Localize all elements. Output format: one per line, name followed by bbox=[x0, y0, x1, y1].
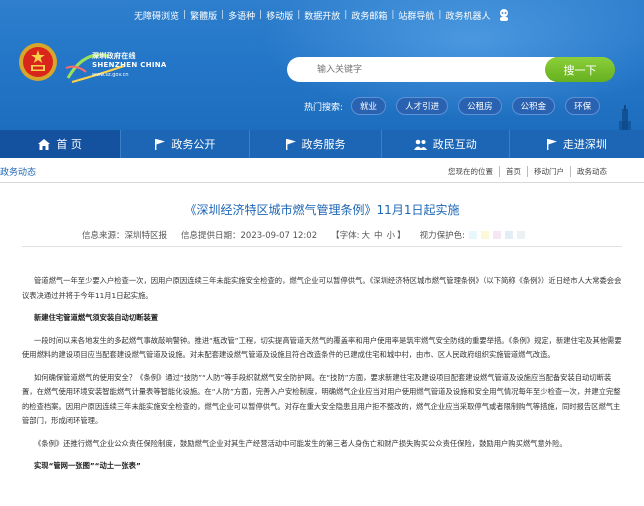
article-meta: 信息来源：深圳特区报 信息提供日期：2023-09-07 12:02 【字体: … bbox=[82, 229, 529, 241]
site-header: 无障碍浏览 | 繁體版 | 多语种 | 移动版 | 数据开放 | 政务邮箱 | 站群导航 | … bbox=[0, 0, 644, 130]
separator: | bbox=[344, 10, 348, 20]
nav-label: 首 页 bbox=[56, 138, 82, 151]
breadcrumb: 您现在的位置 首页 移动门户 政务动态 bbox=[442, 166, 613, 177]
national-emblem-icon bbox=[19, 43, 57, 81]
nav-label: 政务公开 bbox=[171, 138, 216, 151]
top-link-accessibility[interactable]: 无障碍浏览 bbox=[130, 9, 183, 22]
logo-name-cn: 深圳政府在线 bbox=[92, 52, 136, 60]
top-link-robot[interactable]: 政务机器人 bbox=[441, 9, 494, 22]
eye-color-swatch[interactable] bbox=[504, 231, 513, 239]
top-links: 无障碍浏览 | 繁體版 | 多语种 | 移动版 | 数据开放 | 政务邮箱 | 站群导航 | … bbox=[130, 6, 511, 24]
divider bbox=[22, 246, 622, 247]
breadcrumb-item-home[interactable]: 首页 bbox=[499, 166, 527, 177]
eye-color-swatch[interactable] bbox=[480, 231, 489, 239]
eye-color-swatch[interactable] bbox=[492, 231, 501, 239]
separator: | bbox=[297, 10, 301, 20]
section-name[interactable]: 政务动态 bbox=[0, 165, 36, 178]
search-button[interactable]: 搜一下 bbox=[545, 57, 615, 82]
article-date: 信息提供日期：2023-09-07 12:02 bbox=[181, 231, 318, 241]
search-box bbox=[287, 57, 555, 82]
eye-color-swatch[interactable] bbox=[516, 231, 525, 239]
nav-label: 走进深圳 bbox=[562, 138, 607, 151]
eye-protection-label: 视力保护色: bbox=[419, 231, 465, 241]
article-body: 管道燃气一年至少要入户检查一次，因用户原因连续三年未能实施安全检查的，燃气企业可… bbox=[22, 274, 624, 482]
people-icon bbox=[413, 139, 427, 150]
nav-home[interactable]: 首 页 bbox=[0, 130, 122, 158]
hot-tag-environment[interactable]: 环保 bbox=[565, 97, 601, 115]
nav-gov-affairs[interactable]: 政务公开 bbox=[121, 130, 251, 158]
separator: | bbox=[259, 10, 263, 20]
landmark-tower-icon bbox=[619, 105, 631, 130]
top-link-email[interactable]: 政务邮箱 bbox=[347, 9, 391, 22]
hot-search-label: 热门搜索: bbox=[304, 102, 344, 113]
search-input[interactable] bbox=[315, 63, 539, 76]
top-link-site-nav[interactable]: 站群导航 bbox=[394, 9, 438, 22]
font-size-medium[interactable]: 中 bbox=[374, 229, 383, 241]
font-size-label: 【字体: bbox=[331, 231, 360, 241]
logo-name: 深圳政府在线 SHENZHEN CHINA bbox=[92, 52, 167, 70]
hot-search: 热门搜索: 就业 人才引进 公租房 公积金 环保 bbox=[304, 97, 610, 115]
article-subheading: 实现“管网一张图”“动土一张表” bbox=[34, 461, 141, 470]
nav-about-shenzhen[interactable]: 走进深圳 bbox=[510, 130, 644, 158]
separator: | bbox=[438, 10, 442, 20]
article-paragraph: 《条例》还推行燃气企业公众责任保险制度，鼓励燃气企业对其生产经营活动中可能发生的… bbox=[34, 438, 567, 448]
nav-interaction[interactable]: 政民互动 bbox=[382, 130, 510, 158]
breadcrumb-bar: 政务动态 您现在的位置 首页 移动门户 政务动态 bbox=[0, 160, 644, 183]
article-title: 《深圳经济特区城市燃气管理条例》11月1日起实施 bbox=[184, 203, 460, 217]
article-paragraph: 管道燃气一年至少要入户检查一次，因用户原因连续三年未能实施安全检查的，燃气企业可… bbox=[22, 276, 622, 300]
separator: | bbox=[183, 10, 187, 20]
font-size-large[interactable]: 大 bbox=[362, 229, 371, 241]
article-paragraph: 一段时间以来各地发生的多起燃气事故敲响警钟。推进“瓶改管”工程，切实提高管道天然… bbox=[22, 335, 622, 360]
hot-tag-provident-fund[interactable]: 公积金 bbox=[511, 97, 556, 115]
hot-tag-talent[interactable]: 人才引进 bbox=[396, 97, 449, 115]
article-source: 信息来源：深圳特区报 bbox=[82, 231, 168, 241]
top-link-languages[interactable]: 多语种 bbox=[224, 9, 259, 22]
eye-color-swatch[interactable] bbox=[468, 231, 477, 239]
nav-label: 政务服务 bbox=[301, 138, 346, 151]
robot-icon[interactable] bbox=[497, 8, 511, 22]
eye-color-swatches bbox=[468, 231, 529, 239]
hot-tag-employment[interactable]: 就业 bbox=[351, 97, 387, 115]
font-size-small[interactable]: 小 bbox=[387, 229, 396, 241]
article-subheading: 新建住宅管道燃气须安装自动切断装置 bbox=[34, 313, 159, 322]
logo-name-en: SHENZHEN CHINA bbox=[92, 61, 167, 69]
top-link-traditional[interactable]: 繁體版 bbox=[186, 9, 221, 22]
breadcrumb-label: 您现在的位置 bbox=[448, 167, 493, 176]
breadcrumb-item-mobile[interactable]: 移动门户 bbox=[527, 166, 570, 177]
home-icon bbox=[38, 138, 51, 150]
main-nav: 首 页 政务公开 政务服务 政民互动 走进深圳 bbox=[0, 130, 644, 158]
flag-icon bbox=[155, 138, 166, 150]
nav-gov-services[interactable]: 政务服务 bbox=[250, 130, 382, 158]
separator: | bbox=[391, 10, 395, 20]
top-link-mobile[interactable]: 移动版 bbox=[262, 9, 297, 22]
flag-icon bbox=[546, 138, 557, 150]
top-link-open-data[interactable]: 数据开放 bbox=[300, 9, 344, 22]
nav-label: 政民互动 bbox=[432, 138, 477, 151]
flag-icon bbox=[285, 138, 296, 150]
font-size-end: 】 bbox=[397, 231, 406, 241]
hot-tag-public-housing[interactable]: 公租房 bbox=[458, 97, 502, 115]
breadcrumb-item-news[interactable]: 政务动态 bbox=[570, 166, 613, 177]
logo-url: www.sz.gov.cn bbox=[92, 72, 129, 78]
article-paragraph: 如何确保管道燃气的使用安全？《条例》通过“技防”“人防”等手段织就燃气安全防护网… bbox=[22, 372, 621, 426]
separator: | bbox=[221, 10, 225, 20]
